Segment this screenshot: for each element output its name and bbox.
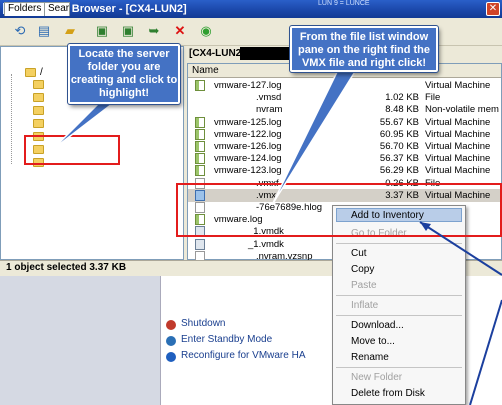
callout-right: From the file list window pane on the ri… bbox=[289, 25, 439, 73]
arrow-head bbox=[420, 222, 431, 231]
arrow-line-lower bbox=[469, 299, 502, 405]
callout-right-pointer bbox=[271, 69, 358, 206]
arrow-line bbox=[419, 221, 502, 276]
callout-left: Locate the server folder you are creatin… bbox=[67, 43, 181, 105]
callout-left-pointer bbox=[51, 103, 115, 151]
